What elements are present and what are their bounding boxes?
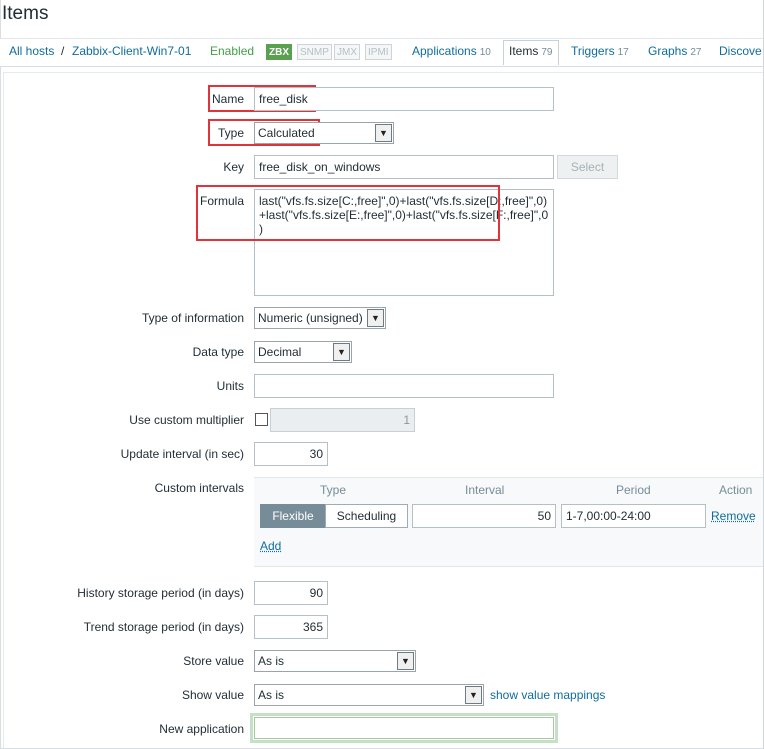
- tab-triggers-label: Triggers: [571, 44, 615, 58]
- ipmi-badge: IPMI: [365, 44, 392, 60]
- host-link[interactable]: Zabbix-Client-Win7-01: [72, 44, 191, 58]
- tab-discovery[interactable]: Discove: [719, 44, 762, 58]
- trend-input[interactable]: 365: [254, 615, 328, 639]
- update-interval-label: Update interval (in sec): [120, 447, 244, 461]
- history-input[interactable]: 90: [254, 581, 328, 605]
- flexible-toggle[interactable]: Flexible: [260, 504, 326, 528]
- show-value-value: As is: [258, 688, 285, 702]
- tab-triggers[interactable]: Triggers 17: [571, 44, 629, 58]
- chevron-down-icon: ▼: [397, 652, 414, 670]
- tab-graphs-count: 27: [690, 47, 702, 58]
- page-title: Items: [2, 3, 49, 24]
- tab-discovery-label: Discove: [719, 44, 762, 58]
- snmp-badge: SNMP: [297, 44, 332, 60]
- tab-applications-count: 10: [479, 47, 491, 58]
- breadcrumb-separator: /: [61, 44, 65, 58]
- ci-header-type: Type: [320, 483, 347, 497]
- tab-graphs[interactable]: Graphs 27: [648, 44, 701, 58]
- type-of-information-label: Type of information: [141, 311, 244, 325]
- show-value-mappings-link[interactable]: show value mappings: [490, 688, 605, 702]
- host-status[interactable]: Enabled: [210, 44, 254, 58]
- ci-interval-input[interactable]: 50: [412, 504, 556, 528]
- tab-items[interactable]: Items 79: [509, 44, 552, 58]
- data-type-select[interactable]: Decimal ▼: [254, 341, 352, 363]
- ci-header-interval: Interval: [465, 483, 505, 497]
- ci-header-action: Action: [719, 483, 753, 497]
- update-interval-input[interactable]: 30: [254, 442, 328, 466]
- history-label: History storage period (in days): [77, 586, 244, 600]
- new-application-label: New application: [159, 722, 244, 736]
- tab-graphs-label: Graphs: [648, 44, 688, 58]
- type-of-information-select[interactable]: Numeric (unsigned) ▼: [254, 307, 386, 329]
- show-value-select[interactable]: As is ▼: [254, 684, 484, 706]
- ci-remove-link[interactable]: Remove: [711, 509, 756, 523]
- show-value-label: Show value: [181, 688, 244, 702]
- tab-applications[interactable]: Applications 10: [412, 44, 491, 58]
- key-select-button[interactable]: Select: [557, 155, 618, 179]
- ci-header-period: Period: [616, 483, 651, 497]
- data-type-label: Data type: [192, 345, 244, 359]
- ci-add-link[interactable]: Add: [260, 539, 281, 553]
- trend-label: Trend storage period (in days): [83, 620, 244, 634]
- all-hosts-link[interactable]: All hosts: [9, 44, 54, 58]
- units-input[interactable]: [254, 374, 554, 398]
- tab-triggers-count: 17: [617, 47, 629, 58]
- jmx-badge: JMX: [334, 44, 360, 60]
- new-application-field[interactable]: [254, 717, 554, 739]
- tab-applications-label: Applications: [412, 44, 477, 58]
- name-label: Name: [211, 92, 244, 106]
- scheduling-toggle[interactable]: Scheduling: [325, 504, 408, 528]
- key-label: Key: [223, 160, 244, 174]
- new-application-input[interactable]: [250, 713, 558, 743]
- store-value-value: As is: [258, 654, 285, 668]
- chevron-down-icon: ▼: [375, 124, 392, 142]
- ci-period-input[interactable]: 1-7,00:00-24:00: [561, 504, 706, 528]
- chevron-down-icon: ▼: [465, 686, 482, 704]
- key-input[interactable]: free_disk_on_windows: [254, 155, 554, 179]
- custom-multiplier-input[interactable]: 1: [270, 408, 415, 432]
- store-value-label: Store value: [183, 654, 244, 668]
- tab-items-count: 79: [541, 47, 553, 58]
- data-type-value: Decimal: [258, 345, 302, 359]
- name-input[interactable]: free_disk: [254, 87, 554, 111]
- tab-items-label: Items: [509, 44, 539, 58]
- units-label: Units: [216, 379, 244, 393]
- chevron-down-icon: ▼: [333, 343, 350, 361]
- type-select-value: Calculated: [258, 126, 315, 140]
- formula-highlight-box: [196, 185, 500, 241]
- custom-intervals-label: Custom intervals: [154, 481, 244, 495]
- store-value-select[interactable]: As is ▼: [254, 650, 416, 672]
- custom-multiplier-checkbox[interactable]: [255, 413, 268, 426]
- zbx-badge: ZBX: [266, 44, 292, 60]
- type-label: Type: [217, 126, 244, 140]
- chevron-down-icon: ▼: [367, 309, 384, 327]
- custom-multiplier-label: Use custom multiplier: [129, 413, 244, 427]
- type-select[interactable]: Calculated ▼: [254, 122, 394, 144]
- type-of-information-value: Numeric (unsigned): [258, 311, 363, 325]
